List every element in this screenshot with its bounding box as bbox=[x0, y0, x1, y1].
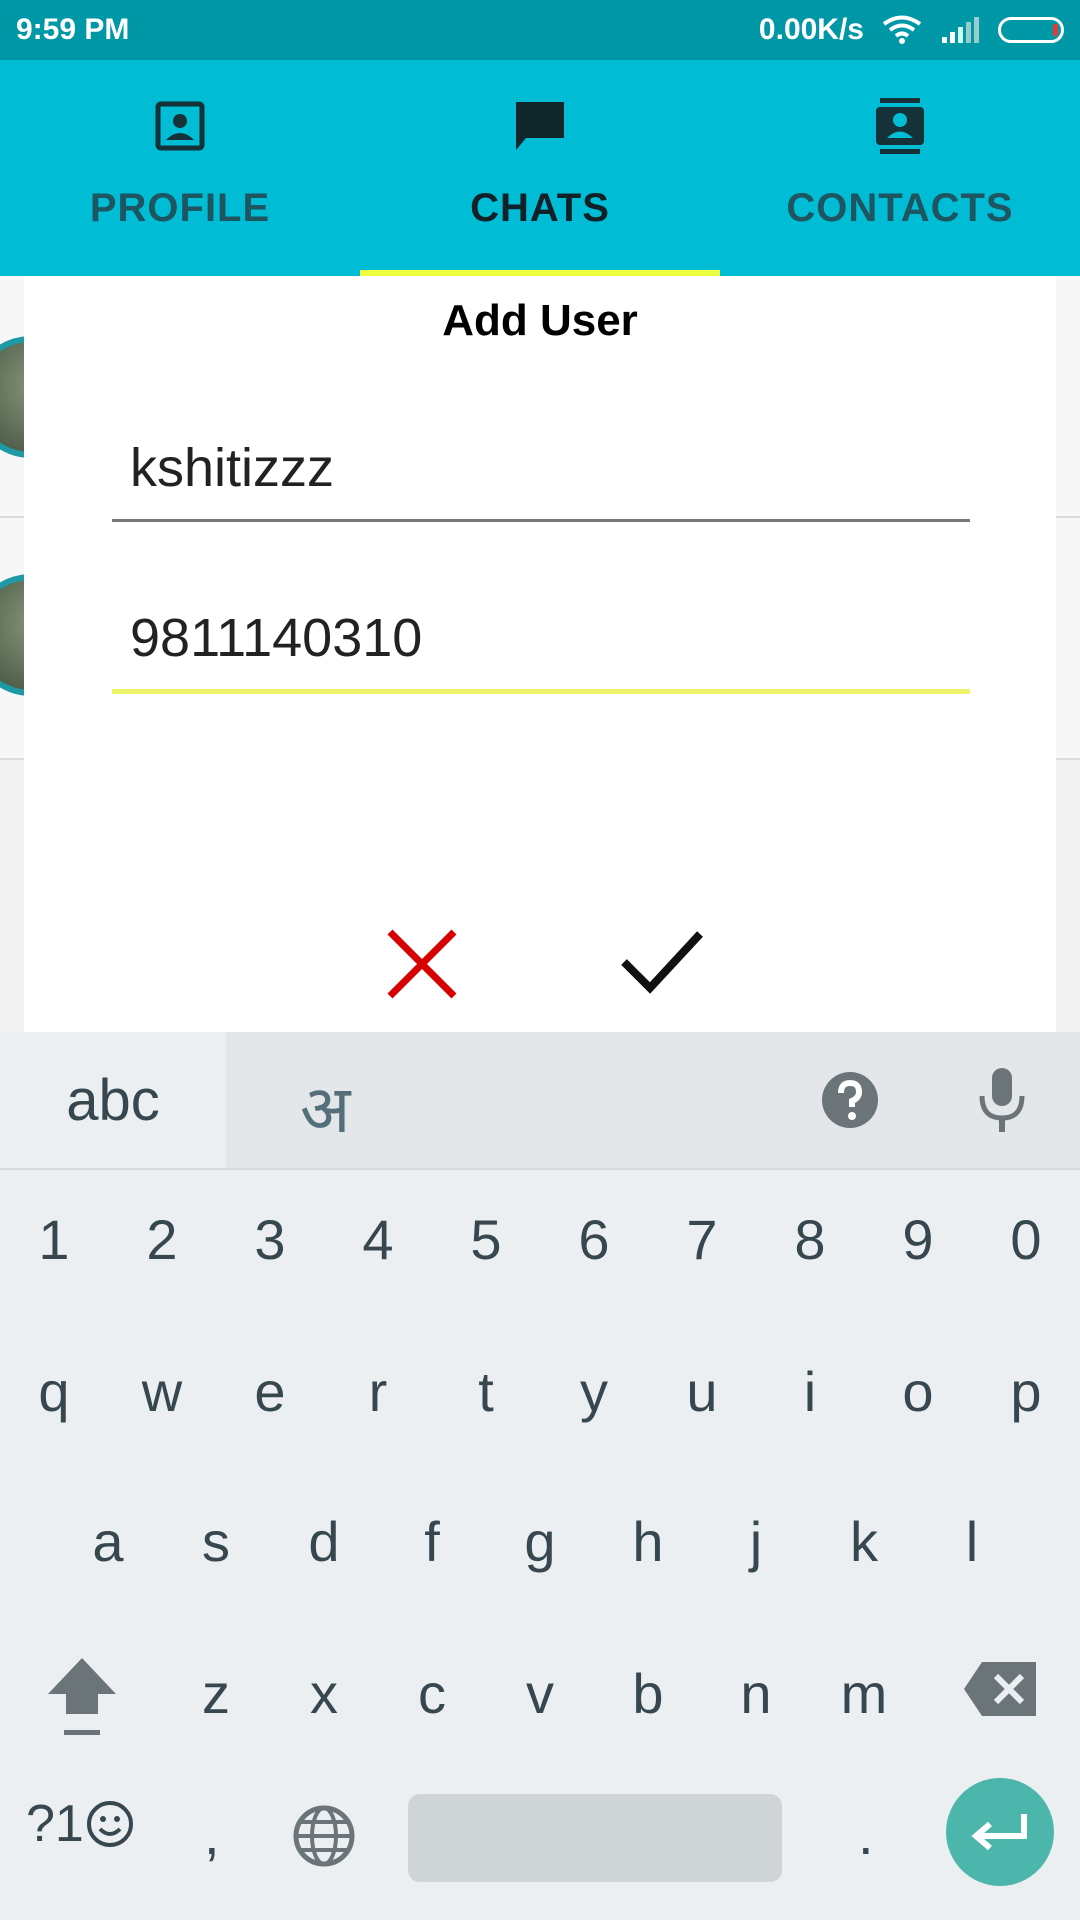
emoji-icon bbox=[86, 1801, 133, 1847]
key-q[interactable]: q bbox=[0, 1326, 108, 1456]
phone-value: 9811140310 bbox=[130, 608, 423, 668]
key-f[interactable]: f bbox=[378, 1476, 486, 1606]
key-l[interactable]: l bbox=[918, 1476, 1026, 1606]
confirm-button[interactable] bbox=[620, 926, 704, 1002]
keyboard-mode-hindi[interactable]: अ bbox=[300, 1062, 350, 1152]
key-0[interactable]: 0 bbox=[972, 1174, 1080, 1304]
status-indicators: 0.00K/s bbox=[759, 13, 1064, 47]
key-y[interactable]: y bbox=[540, 1326, 648, 1456]
key-t[interactable]: t bbox=[432, 1326, 540, 1456]
key-7[interactable]: 7 bbox=[648, 1174, 756, 1304]
key-w[interactable]: w bbox=[108, 1326, 216, 1456]
key-b[interactable]: b bbox=[594, 1628, 702, 1758]
tab-chats-label: CHATS bbox=[470, 186, 610, 230]
keyboard-mode-abc[interactable]: abc bbox=[0, 1032, 226, 1168]
signal-icon bbox=[942, 17, 979, 43]
key-p[interactable]: p bbox=[972, 1326, 1080, 1456]
key-m[interactable]: m bbox=[810, 1628, 918, 1758]
key-2[interactable]: 2 bbox=[108, 1174, 216, 1304]
key-i[interactable]: i bbox=[756, 1326, 864, 1456]
key-e[interactable]: e bbox=[216, 1326, 324, 1456]
key-g[interactable]: g bbox=[486, 1476, 594, 1606]
status-bar: 9:59 PM 0.00K/s bbox=[0, 0, 1080, 60]
tab-profile-label: PROFILE bbox=[89, 186, 271, 230]
contacts-icon bbox=[876, 98, 924, 154]
backspace-icon[interactable] bbox=[962, 1660, 1038, 1718]
key-comma[interactable]: , bbox=[204, 1802, 220, 1867]
key-d[interactable]: d bbox=[270, 1476, 378, 1606]
key-k[interactable]: k bbox=[810, 1476, 918, 1606]
symbols-label: ?1 bbox=[26, 1795, 84, 1853]
key-v[interactable]: v bbox=[486, 1628, 594, 1758]
key-1[interactable]: 1 bbox=[0, 1174, 108, 1304]
status-time: 9:59 PM bbox=[16, 13, 130, 46]
tab-contacts[interactable]: CONTACTS bbox=[720, 60, 1080, 276]
username-value: kshitizzz bbox=[130, 438, 335, 498]
check-icon bbox=[621, 931, 703, 994]
microphone-icon[interactable] bbox=[976, 1066, 1028, 1134]
enter-icon bbox=[971, 1814, 1027, 1851]
key-3[interactable]: 3 bbox=[216, 1174, 324, 1304]
keyboard-row-q: q w e r t y u i o p bbox=[0, 1326, 1080, 1456]
key-a[interactable]: a bbox=[54, 1476, 162, 1606]
key-s[interactable]: s bbox=[162, 1476, 270, 1606]
dialog-title: Add User bbox=[442, 296, 638, 345]
key-h[interactable]: h bbox=[594, 1476, 702, 1606]
username-field[interactable]: kshitizzz bbox=[112, 416, 970, 522]
symbols-key[interactable]: ?1 bbox=[26, 1794, 134, 1854]
key-j[interactable]: j bbox=[702, 1476, 810, 1606]
enter-button[interactable] bbox=[946, 1778, 1054, 1886]
net-speed: 0.00K/s bbox=[758, 13, 864, 46]
cancel-button[interactable] bbox=[384, 926, 460, 1002]
key-6[interactable]: 6 bbox=[540, 1174, 648, 1304]
keyboard-row-z: z x c v b n m bbox=[0, 1628, 1080, 1758]
key-4[interactable]: 4 bbox=[324, 1174, 432, 1304]
key-8[interactable]: 8 bbox=[756, 1174, 864, 1304]
key-period[interactable]: . bbox=[858, 1802, 874, 1867]
key-5[interactable]: 5 bbox=[432, 1174, 540, 1304]
key-o[interactable]: o bbox=[864, 1326, 972, 1456]
key-n[interactable]: n bbox=[702, 1628, 810, 1758]
chat-icon bbox=[516, 102, 564, 150]
key-9[interactable]: 9 bbox=[864, 1174, 972, 1304]
key-c[interactable]: c bbox=[378, 1628, 486, 1758]
phone-field[interactable]: 9811140310 bbox=[112, 588, 970, 694]
tab-chats[interactable]: CHATS bbox=[360, 60, 720, 276]
keyboard-number-row: 1 2 3 4 5 6 7 8 9 0 bbox=[0, 1174, 1080, 1304]
battery-icon bbox=[998, 17, 1064, 43]
key-u[interactable]: u bbox=[648, 1326, 756, 1456]
tab-bar: PROFILE CHATS CONTACTS bbox=[0, 60, 1080, 276]
soft-keyboard: abc अ 1 2 3 4 5 6 7 8 9 0 q w e r t y u … bbox=[0, 1032, 1080, 1920]
profile-icon bbox=[155, 101, 205, 151]
key-x[interactable]: x bbox=[270, 1628, 378, 1758]
key-z[interactable]: z bbox=[162, 1628, 270, 1758]
keyboard-row-a: a s d f g h j k l bbox=[0, 1476, 1080, 1606]
help-icon[interactable] bbox=[820, 1070, 880, 1130]
add-user-dialog: Add User kshitizzz 9811140310 bbox=[24, 276, 1056, 1032]
tab-profile[interactable]: PROFILE bbox=[0, 60, 360, 276]
tab-contacts-label: CONTACTS bbox=[786, 186, 1014, 230]
globe-icon[interactable] bbox=[292, 1804, 356, 1868]
keyboard-toolbar: abc अ bbox=[0, 1032, 1080, 1170]
key-r[interactable]: r bbox=[324, 1326, 432, 1456]
wifi-icon bbox=[882, 15, 922, 44]
space-bar[interactable] bbox=[408, 1794, 782, 1882]
close-icon bbox=[387, 929, 457, 999]
